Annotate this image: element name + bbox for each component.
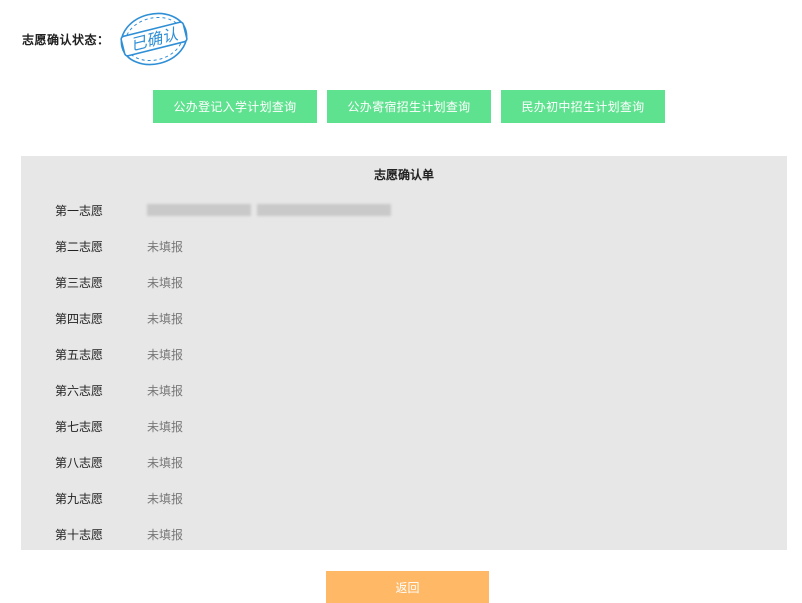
status-label: 志愿确认状态： <box>22 32 110 47</box>
choice-row-4: 第四志愿 未填报 <box>55 308 183 328</box>
choice-row-9: 第九志愿 未填报 <box>55 488 183 508</box>
choice-label: 第五志愿 <box>55 347 104 362</box>
stamp-icon: 已确认 <box>119 12 188 66</box>
plan-query-buttons: 公办登记入学计划查询 公办寄宿招生计划查询 民办初中招生计划查询 <box>153 90 665 123</box>
choice-value: 未填报 <box>147 455 184 470</box>
choice-value: 未填报 <box>147 527 184 542</box>
choice-label: 第七志愿 <box>55 419 104 434</box>
choice-label: 第六志愿 <box>55 383 104 398</box>
choice-label: 第二志愿 <box>55 239 104 254</box>
choice-value: 未填报 <box>147 491 184 506</box>
choice-row-6: 第六志愿 未填报 <box>55 380 183 400</box>
choice-value: 未填报 <box>147 383 184 398</box>
public-boarding-plan-button[interactable]: 公办寄宿招生计划查询 <box>327 90 491 123</box>
public-registered-plan-button[interactable]: 公办登记入学计划查询 <box>153 90 317 123</box>
private-junior-plan-button[interactable]: 民办初中招生计划查询 <box>501 90 665 123</box>
choice-label: 第三志愿 <box>55 275 104 290</box>
redacted-school-name <box>147 204 391 216</box>
choice-value: 未填报 <box>147 239 184 254</box>
confirmation-status: 志愿确认状态： 已确认 <box>22 12 192 66</box>
choice-label: 第一志愿 <box>55 203 104 218</box>
choice-label: 第八志愿 <box>55 455 104 470</box>
choice-label: 第十志愿 <box>55 527 104 542</box>
page: 志愿确认状态： 已确认 公办登记入学计划查询 公办寄宿招生计划查询 民办初中招生… <box>0 0 802 603</box>
choice-value: 未填报 <box>147 419 184 434</box>
choice-row-10: 第十志愿 未填报 <box>55 524 183 544</box>
choice-row-3: 第三志愿 未填报 <box>55 272 183 292</box>
choice-row-2: 第二志愿 未填报 <box>55 236 183 256</box>
form-title: 志愿确认单 <box>373 168 434 182</box>
choice-label: 第九志愿 <box>55 491 104 506</box>
choice-row-1: 第一志愿 <box>55 200 391 220</box>
choice-value: 未填报 <box>147 311 184 326</box>
choice-value: 未填报 <box>147 275 184 290</box>
confirmed-stamp: 已确认 <box>116 9 192 69</box>
choice-row-5: 第五志愿 未填报 <box>55 344 183 364</box>
choice-value: 未填报 <box>147 347 184 362</box>
choice-row-7: 第七志愿 未填报 <box>55 416 183 436</box>
back-button[interactable]: 返回 <box>326 571 489 603</box>
choice-label: 第四志愿 <box>55 311 104 326</box>
choice-confirmation-form: 志愿确认单 第一志愿 第二志愿 未填报 第三志愿 未填报 第四志愿 未填报 第五… <box>21 156 787 550</box>
choice-row-8: 第八志愿 未填报 <box>55 452 183 472</box>
